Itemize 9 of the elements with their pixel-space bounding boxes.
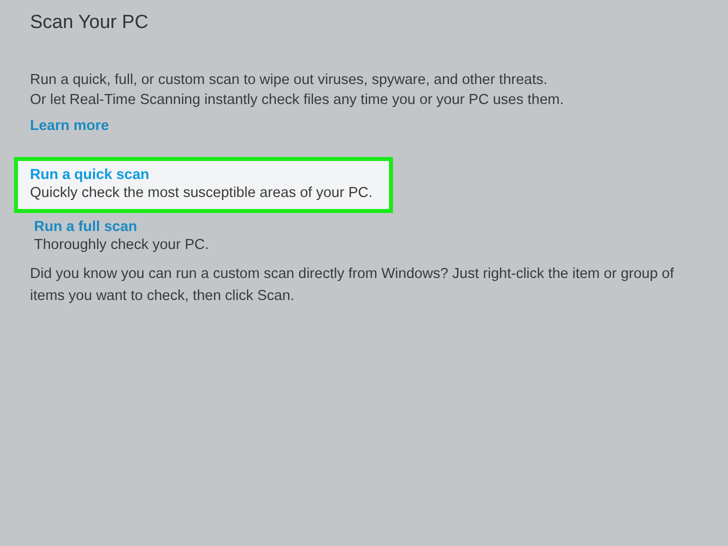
learn-more-link[interactable]: Learn more (30, 118, 109, 134)
scan-description: Thoroughly check your PC. (34, 236, 209, 255)
tip-text: Did you know you can run a custom scan directly from Windows? Just right-click the item or group of items you want to check, then click Scan. (30, 265, 675, 306)
description-text: Run a quick, full, or custom scan to wipe out viruses, spyware, and other threats. (30, 71, 548, 90)
scan-description: Quickly check the most susceptible areas of your PC. (30, 184, 373, 203)
page-title: Scan Your PC (30, 12, 150, 34)
scan-link[interactable]: Run a quick scan (30, 167, 150, 183)
description-text: Or let Real-Time Scanning instantly check files any time you or your PC uses them. (30, 91, 565, 110)
scan-link[interactable]: Run a full scan (34, 219, 138, 235)
